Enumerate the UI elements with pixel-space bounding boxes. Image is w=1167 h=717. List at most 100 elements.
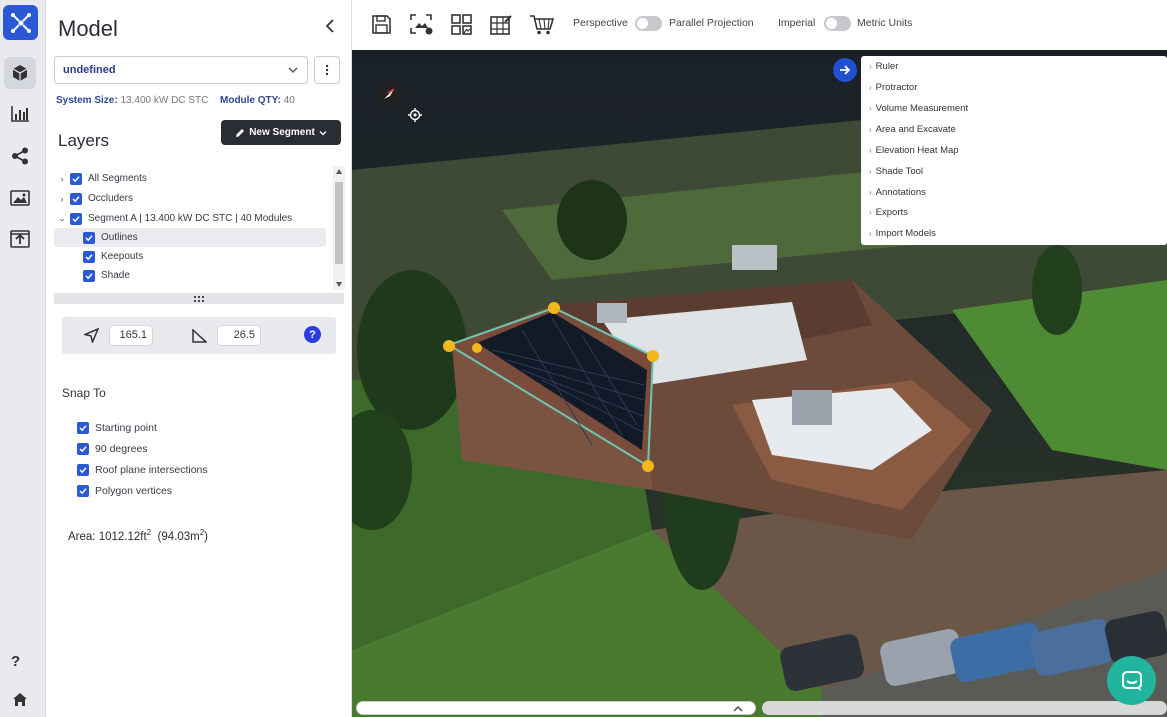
checkbox[interactable] — [83, 250, 95, 263]
design-select[interactable]: undefined — [54, 56, 308, 84]
share-icon[interactable] — [4, 140, 36, 172]
checkbox[interactable] — [70, 192, 82, 205]
layer-label: Shade — [101, 270, 130, 281]
snap-option-polygon-vertices[interactable]: Polygon vertices — [77, 485, 172, 497]
snap-option-roof-plane[interactable]: Roof plane intersections — [77, 464, 208, 476]
layer-row-occluders[interactable]: › Occluders — [54, 189, 326, 208]
save-icon[interactable] — [368, 11, 394, 37]
layer-row-shade[interactable]: Shade — [54, 266, 326, 285]
tool-volume-measurement[interactable]: › Volume Measurement — [869, 103, 968, 114]
resize-handle[interactable] — [54, 293, 344, 304]
help-button[interactable]: ? — [304, 326, 321, 343]
tool-import-models[interactable]: › Import Models — [869, 228, 936, 239]
azimuth-input[interactable]: 165.1 — [109, 325, 153, 346]
top-toolbar: Perspective Parallel Projection Imperial… — [352, 0, 1167, 50]
chevron-left-icon — [325, 19, 334, 33]
design-select-value: undefined — [63, 64, 116, 76]
checkbox[interactable] — [77, 464, 89, 476]
chevron-right-icon: › — [869, 208, 872, 217]
bar-chart-icon[interactable] — [4, 98, 36, 130]
upload-icon[interactable] — [4, 223, 36, 255]
compass-icon[interactable] — [376, 81, 402, 107]
checkbox[interactable] — [70, 212, 82, 225]
layer-label: Outlines — [101, 232, 138, 243]
scroll-down-icon[interactable] — [336, 282, 342, 287]
3d-viewport[interactable]: › Ruler › Protractor › Volume Measurement ›… — [352, 50, 1167, 717]
chevron-right-icon: › — [869, 83, 872, 92]
scroll-up-icon[interactable] — [336, 169, 342, 174]
tool-area-excavate[interactable]: › Area and Excavate — [869, 124, 956, 135]
arrow-right-icon — [840, 65, 851, 75]
layer-row-outlines[interactable]: Outlines — [54, 228, 326, 247]
chevron-right-icon: › — [869, 125, 872, 134]
checkbox[interactable] — [77, 443, 89, 455]
grid-edit-icon[interactable] — [488, 11, 514, 37]
tools-toggle-button[interactable] — [833, 58, 857, 82]
more-options-button[interactable] — [314, 56, 340, 84]
snap-title: Snap To — [62, 386, 106, 400]
scroll-thumb[interactable] — [335, 182, 343, 264]
app-logo-icon[interactable] — [3, 5, 38, 40]
layer-label: Segment A | 13.400 kW DC STC | 40 Module… — [88, 213, 293, 224]
snap-option-90-degrees[interactable]: 90 degrees — [77, 443, 148, 455]
model-cube-icon[interactable] — [4, 57, 36, 89]
checkbox[interactable] — [77, 422, 89, 434]
screenshot-icon[interactable] — [408, 11, 434, 37]
caret-right-icon[interactable]: › — [54, 194, 70, 204]
chat-support-button[interactable] — [1107, 656, 1156, 705]
layer-row-keepouts[interactable]: Keepouts — [54, 247, 326, 266]
help-icon[interactable]: ? — [11, 653, 20, 670]
tool-exports[interactable]: › Exports — [869, 207, 908, 218]
checkbox[interactable] — [83, 269, 95, 282]
grip-icon — [194, 295, 204, 302]
collapse-panel-button[interactable] — [320, 16, 340, 36]
tool-protractor[interactable]: › Protractor — [869, 82, 917, 93]
azimuth-icon — [84, 328, 99, 343]
layer-label: Keepouts — [101, 251, 144, 262]
chevron-down-icon — [288, 67, 298, 73]
checkbox[interactable] — [83, 231, 95, 244]
horizontal-scrollbar[interactable] — [762, 701, 1167, 715]
home-icon[interactable] — [4, 685, 36, 713]
projection-toggle[interactable] — [635, 16, 662, 31]
tool-ruler[interactable]: › Ruler — [869, 61, 898, 72]
checkbox[interactable] — [70, 172, 82, 185]
layer-label: All Segments — [88, 173, 147, 184]
chevron-up-icon — [733, 706, 743, 712]
panel-title: Model — [58, 16, 118, 41]
caret-right-icon[interactable]: › — [54, 174, 70, 184]
chevron-right-icon: › — [869, 62, 872, 71]
chevron-right-icon: › — [869, 188, 872, 197]
imperial-label: Imperial — [778, 17, 816, 29]
layout-grid-icon[interactable] — [448, 11, 474, 37]
chevron-right-icon: › — [869, 146, 872, 155]
layers-title: Layers — [58, 131, 110, 150]
chevron-right-icon: › — [869, 229, 872, 238]
pencil-icon — [236, 128, 245, 137]
layer-label: Occluders — [88, 193, 134, 204]
layer-row-all-segments[interactable]: › All Segments — [54, 169, 326, 188]
caret-down-icon[interactable]: ⌄ — [54, 213, 70, 224]
recenter-icon[interactable] — [408, 108, 422, 122]
tool-annotations[interactable]: › Annotations — [869, 187, 926, 198]
layer-row-segment-a[interactable]: ⌄ Segment A | 13.400 kW DC STC | 40 Modu… — [54, 209, 326, 228]
checkbox[interactable] — [77, 485, 89, 497]
new-segment-button[interactable]: New Segment — [221, 120, 341, 145]
tilt-input[interactable]: 26.5 — [217, 325, 261, 346]
chevron-right-icon: › — [869, 167, 872, 176]
model-panel: Model undefined System Size: 13.400 kW D… — [46, 0, 352, 717]
layer-tree-scrollbar[interactable] — [333, 166, 345, 290]
images-icon[interactable] — [4, 182, 36, 214]
bottom-drawer-handle[interactable] — [356, 701, 756, 715]
system-size: System Size: 13.400 kW DC STC — [56, 95, 209, 106]
snap-option-starting-point[interactable]: Starting point — [77, 422, 157, 434]
tool-shade[interactable]: › Shade Tool — [869, 166, 923, 177]
chevron-down-icon — [319, 130, 327, 135]
tilt-icon — [192, 329, 207, 343]
cart-icon[interactable] — [528, 11, 554, 37]
module-qty: Module QTY: 40 — [220, 95, 295, 106]
units-toggle[interactable] — [824, 16, 851, 31]
tool-elevation-heat-map[interactable]: › Elevation Heat Map — [869, 145, 959, 156]
icon-rail: ? — [0, 0, 46, 717]
metric-units-label: Metric Units — [857, 17, 913, 29]
